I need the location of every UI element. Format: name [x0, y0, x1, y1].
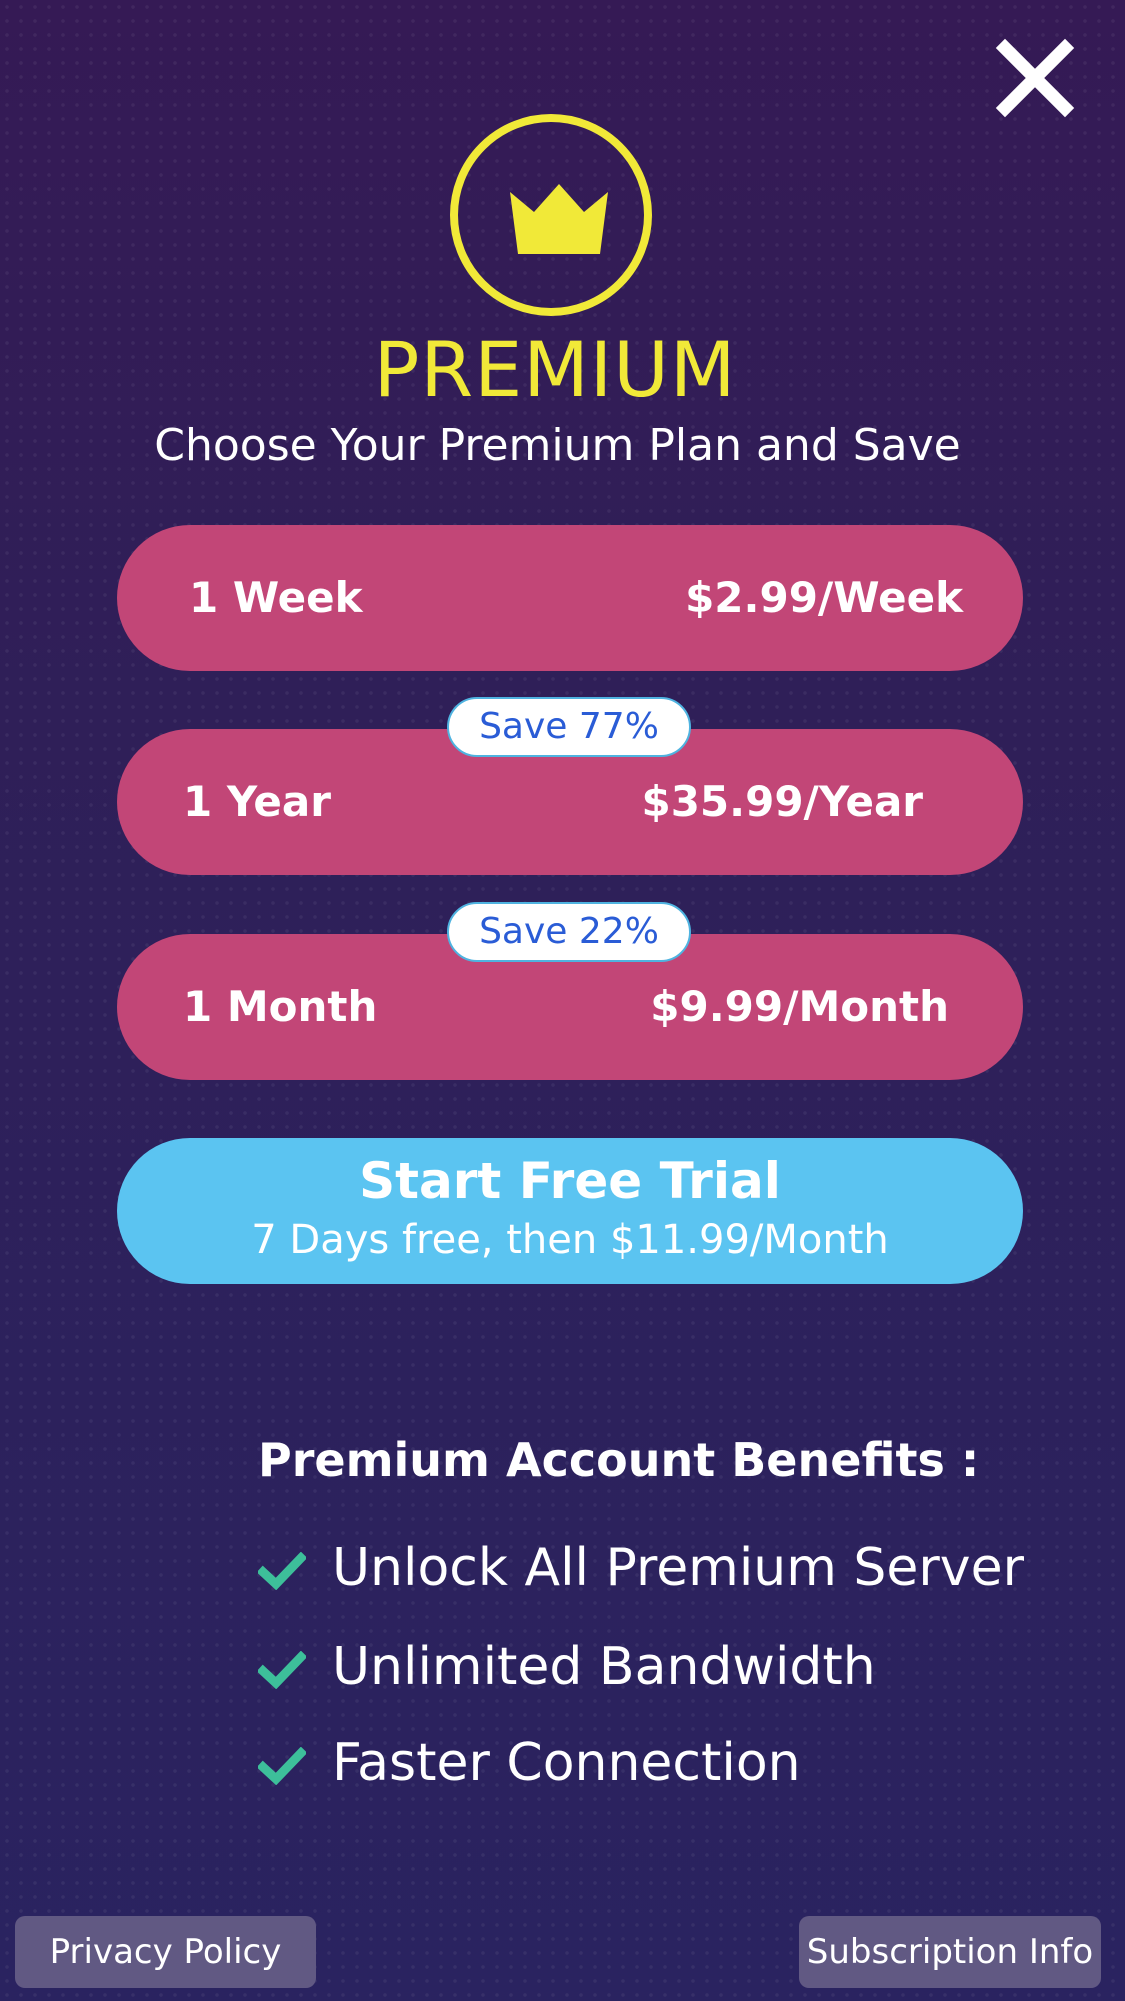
start-free-trial-button[interactable]: Start Free Trial 7 Days free, then $11.9…: [117, 1138, 1023, 1284]
save-badge-year: Save 77%: [447, 697, 691, 757]
crown-badge: [450, 114, 652, 316]
check-icon: [258, 1552, 306, 1590]
crown-icon: [510, 184, 608, 254]
benefit-text: Unlimited Bandwidth: [332, 1637, 876, 1697]
save-badge-month: Save 22%: [447, 902, 691, 962]
plan-option-week[interactable]: 1 Week $2.99/Week: [117, 525, 1023, 671]
page-subtitle: Choose Your Premium Plan and Save: [154, 420, 961, 471]
trial-title: Start Free Trial: [359, 1152, 781, 1210]
check-icon: [258, 1747, 306, 1785]
plan-price: $35.99/Year: [641, 777, 923, 826]
benefits-heading: Premium Account Benefits :: [258, 1433, 980, 1487]
benefit-text: Faster Connection: [332, 1733, 801, 1793]
trial-subtitle: 7 Days free, then $11.99/Month: [251, 1217, 889, 1263]
plan-price: $9.99/Month: [650, 982, 949, 1031]
plan-name: 1 Week: [189, 573, 363, 622]
check-icon: [258, 1651, 306, 1689]
benefit-text: Unlock All Premium Server: [332, 1538, 1024, 1598]
plan-name: 1 Year: [183, 777, 331, 826]
close-icon: [995, 38, 1075, 118]
plan-name: 1 Month: [183, 982, 378, 1031]
plan-price: $2.99/Week: [685, 573, 963, 622]
privacy-policy-button[interactable]: Privacy Policy: [15, 1916, 316, 1988]
subscription-info-button[interactable]: Subscription Info: [799, 1916, 1101, 1988]
close-button[interactable]: [995, 38, 1075, 118]
page-title: PREMIUM: [373, 325, 737, 414]
